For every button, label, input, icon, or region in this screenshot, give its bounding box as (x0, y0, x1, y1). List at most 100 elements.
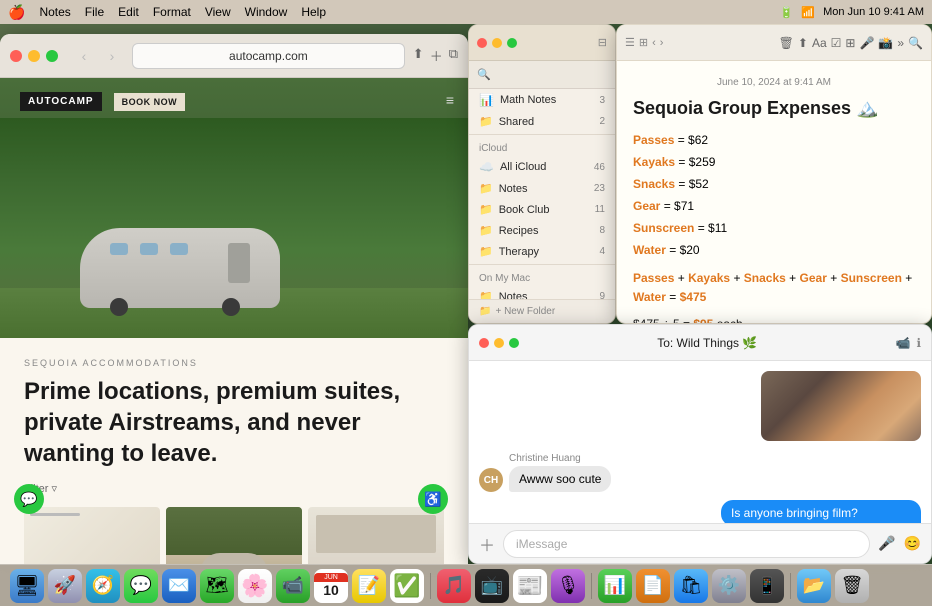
autocamp-hero: AUTOCAMP BOOK NOW ≡ (0, 78, 468, 338)
emoji-button[interactable]: 😊 (904, 535, 921, 552)
dock-iphone-mirror[interactable]: 📱 (750, 569, 784, 603)
autocamp-headline: Prime locations, premium suites, private… (24, 376, 444, 470)
dock-facetime[interactable]: 📹 (276, 569, 310, 603)
notes-therapy-item[interactable]: 📁 Therapy 4 (469, 241, 615, 262)
notes-all-icloud-item[interactable]: ☁️ All iCloud 46 (469, 156, 615, 178)
share-note-icon[interactable]: ⬆ (798, 36, 808, 50)
dock-tv[interactable]: 📺 (475, 569, 509, 603)
menu-window[interactable]: Window (245, 5, 288, 19)
dock-photos[interactable]: 🌸 (238, 569, 272, 603)
dock-finder[interactable]: 🖥 (10, 569, 44, 603)
filter-row[interactable]: Filter ▿ (24, 482, 444, 495)
share-icon[interactable]: ⬆ (413, 46, 424, 65)
notes-math-notes-item[interactable]: 📊 Math Notes 3 (469, 89, 615, 111)
live-chat-button[interactable]: 💬 (14, 484, 44, 514)
notes-fullscreen[interactable] (507, 38, 517, 48)
messages-add-button[interactable]: ＋ (479, 532, 495, 556)
dock-music[interactable]: 🎵 (437, 569, 471, 603)
notes-notes-item[interactable]: 📁 Notes 23 (469, 178, 615, 199)
dock-system-prefs[interactable]: ⚙️ (712, 569, 746, 603)
new-folder-label: + New Folder (495, 306, 555, 317)
info-icon[interactable]: ℹ (916, 336, 921, 350)
imessage-placeholder: iMessage (516, 537, 567, 551)
checklist-icon[interactable]: ☑ (831, 36, 842, 50)
camera-icon[interactable]: 📸 (878, 36, 893, 50)
menu-view[interactable]: View (205, 5, 231, 19)
dock-maps[interactable]: 🗺 (200, 569, 234, 603)
nav-back-icon[interactable]: ☰ (625, 36, 635, 49)
audio-input-button[interactable]: 🎤 (878, 535, 895, 552)
close-button[interactable] (10, 50, 22, 62)
message-1-sender: Christine Huang (509, 453, 921, 464)
notes-book-club-item[interactable]: 📁 Book Club 11 (469, 199, 615, 220)
dock-safari[interactable]: 🧭 (86, 569, 120, 603)
note-nav-buttons: ☰ ⊞ ‹ › (625, 36, 663, 49)
messages-photo (761, 371, 921, 441)
facetime-icon[interactable]: 📹 (895, 336, 910, 350)
notes-search-bar[interactable]: 🔍 (469, 61, 615, 89)
all-icloud-count: 46 (594, 162, 605, 173)
menu-edit[interactable]: Edit (118, 5, 139, 19)
dock-calendar[interactable]: JUN 10 (314, 569, 348, 603)
more-icon[interactable]: » (897, 36, 904, 50)
minimize-button[interactable] (28, 50, 40, 62)
apple-menu[interactable]: 🍎 (8, 4, 25, 21)
dock-messages[interactable]: 💬 (124, 569, 158, 603)
dock-notes[interactable]: 📝 (352, 569, 386, 603)
book-now-button[interactable]: BOOK NOW (114, 93, 186, 111)
url-bar[interactable]: autocamp.com (132, 43, 405, 69)
note-calc-line: $475 ÷ 5 = $95 each (633, 317, 915, 324)
wifi-icon: 📶 (801, 6, 815, 19)
search-note-icon[interactable]: 🔍 (908, 36, 923, 50)
extensions-icon[interactable]: ⧉ (449, 46, 458, 65)
messages-input[interactable]: iMessage (503, 530, 870, 558)
fullscreen-button[interactable] (46, 50, 58, 62)
dock-files[interactable]: 📂 (797, 569, 831, 603)
dock-app-store[interactable]: 🛍 (674, 569, 708, 603)
math-notes-icon: 📊 (479, 93, 494, 107)
nav-prev-icon[interactable]: ‹ (652, 37, 656, 49)
airstream-wheel-right (222, 298, 240, 316)
note-sum-line: Passes + Kayaks + Snacks + Gear + Sunscr… (633, 269, 915, 307)
new-tab-icon[interactable]: ＋ (430, 46, 443, 65)
message-sent-bubble: Is anyone bringing film? (721, 500, 921, 523)
notes-minimize[interactable] (492, 38, 502, 48)
dock-podcasts[interactable]: 🎙 (551, 569, 585, 603)
notes-close[interactable] (477, 38, 487, 48)
forward-button[interactable]: › (100, 44, 124, 68)
accessibility-button[interactable]: ♿ (418, 484, 448, 514)
message-1-row: CH Awww soo cute (479, 466, 921, 492)
notes-recipes-item[interactable]: 📁 Recipes 8 (469, 220, 615, 241)
dock-separator-1 (430, 573, 431, 599)
note-title: Sequoia Group Expenses 🏔️ (633, 98, 915, 119)
message-1-avatar: CH (479, 468, 503, 492)
messages-minimize[interactable] (494, 338, 504, 348)
toolbar-actions: ⬆ ＋ ⧉ (413, 46, 458, 65)
hero-menu-icon[interactable]: ≡ (446, 92, 454, 108)
notes-shared-item[interactable]: 📁 Shared 2 (469, 111, 615, 132)
nav-forward-icon[interactable]: ⊞ (639, 36, 648, 49)
airstream-wheel-left (110, 298, 128, 316)
notes-sidebar-toggle[interactable]: ⊟ (598, 36, 607, 49)
text-format-icon[interactable]: Aa (812, 36, 827, 50)
menu-file[interactable]: File (85, 5, 104, 19)
delete-note-icon[interactable]: 🗑 (779, 36, 794, 50)
dock-launchpad[interactable]: 🚀 (48, 569, 82, 603)
dock-pages[interactable]: 📄 (636, 569, 670, 603)
back-button[interactable]: ‹ (72, 44, 96, 68)
dock-trash[interactable]: 🗑 (835, 569, 869, 603)
new-folder-button[interactable]: 📁 + New Folder (469, 299, 615, 323)
messages-fullscreen[interactable] (509, 338, 519, 348)
table-icon[interactable]: ⊞ (845, 36, 855, 50)
menu-help[interactable]: Help (301, 5, 326, 19)
dock-mail[interactable]: ✉️ (162, 569, 196, 603)
menu-format[interactable]: Format (153, 5, 191, 19)
dock-reminders[interactable]: ✅ (390, 569, 424, 603)
messages-close[interactable] (479, 338, 489, 348)
dock-numbers[interactable]: 📊 (598, 569, 632, 603)
menu-notes[interactable]: Notes (39, 5, 70, 19)
nav-next-icon[interactable]: › (660, 37, 664, 49)
dock-news[interactable]: 📰 (513, 569, 547, 603)
airstream-window (170, 243, 188, 255)
media-icon[interactable]: 🎤 (859, 36, 874, 50)
